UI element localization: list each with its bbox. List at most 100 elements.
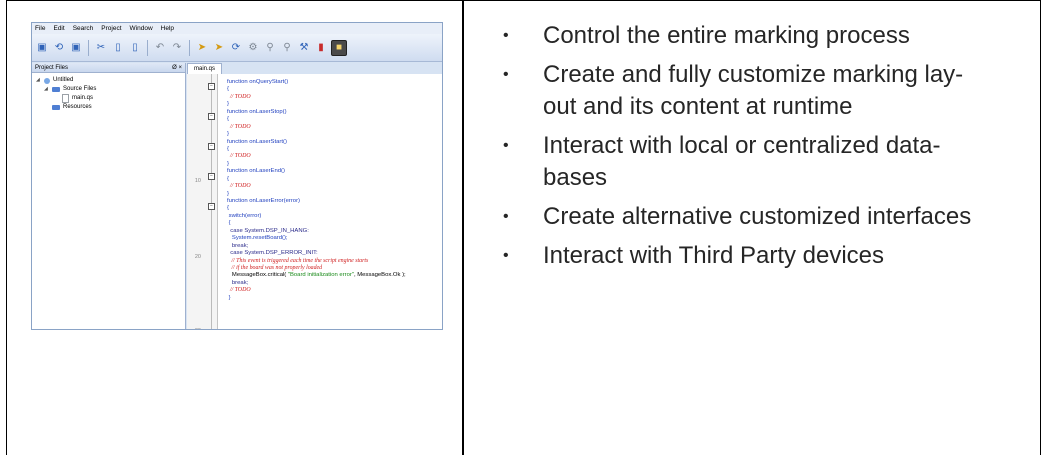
list-item: • Interact with local or centralized dat…	[503, 130, 1033, 194]
list-item-text: Control the entire marking process	[543, 22, 910, 49]
redo-icon[interactable]: ↷	[170, 41, 184, 55]
code-text[interactable]: function onQueryStart(){ // TODO} functio…	[227, 79, 406, 302]
code-line: function onLaserEnd()	[227, 168, 285, 175]
tree-item-file[interactable]: main.qs	[36, 94, 181, 103]
code-line: }	[227, 101, 229, 108]
toolbar-separator	[147, 39, 148, 56]
panel-title: Project Files	[35, 64, 69, 71]
code-line: // TODO	[227, 123, 251, 130]
bullet-icon: •	[503, 66, 509, 83]
code-line: }	[227, 294, 231, 301]
folder-icon	[52, 105, 60, 110]
run-icon[interactable]: ➤	[195, 41, 209, 55]
code-line: // if the board was not properly loaded	[227, 264, 323, 271]
cut-icon[interactable]: ✂	[94, 41, 108, 55]
new-file-icon[interactable]: ▣	[35, 41, 49, 55]
panel-header: Project Files Ø ×	[32, 63, 185, 73]
project-icon	[44, 77, 50, 84]
tree-label: Source Files	[63, 86, 97, 92]
code-line: // TODO	[227, 93, 251, 100]
refresh-icon[interactable]: ⟳	[229, 41, 243, 55]
code-line: {	[227, 220, 231, 227]
save-icon[interactable]: ▣	[69, 41, 83, 55]
tools-icon[interactable]: ⚒	[297, 41, 311, 55]
line-number: 20	[194, 254, 201, 260]
copy-icon[interactable]: ▯	[111, 41, 125, 55]
code-line: {	[227, 175, 229, 182]
bullet-icon: •	[503, 208, 509, 225]
float-panel-icon[interactable]: Ø	[172, 65, 177, 71]
tree-item-root[interactable]: ◢ Untitled	[36, 76, 181, 85]
code-line: {	[227, 145, 229, 152]
expand-icon[interactable]: ◢	[44, 85, 49, 94]
fold-toggle-icon[interactable]: −	[208, 83, 215, 90]
open-folder-icon[interactable]: ⟲	[52, 41, 66, 55]
menu-edit[interactable]: Edit	[53, 25, 64, 32]
fold-toggle-icon[interactable]: −	[208, 203, 215, 210]
project-tree: ◢ Untitled ◢ Source Files main.qs Resour…	[32, 73, 185, 115]
tab-main-qs[interactable]: main.qs	[187, 63, 223, 74]
expand-icon[interactable]: ◢	[36, 76, 41, 85]
menu-search[interactable]: Search	[73, 25, 94, 32]
menu-file[interactable]: File	[35, 25, 45, 32]
ide-screenshot: File Edit Search Project Window Help ▣ ⟲…	[31, 22, 443, 330]
code-line: function onLaserError(error)	[227, 198, 301, 204]
settings-icon[interactable]: ⚙	[246, 41, 260, 55]
toolbar-separator	[88, 39, 89, 56]
table-column-divider	[462, 0, 464, 455]
project-files-panel: Project Files Ø × ◢ Untitled ◢ Source Fi…	[32, 63, 186, 329]
menu-project[interactable]: Project	[101, 25, 121, 32]
code-line: MessageBox.critical( "Board initializati…	[227, 272, 406, 279]
code-line: function onLaserStart()	[227, 138, 287, 145]
folder-icon	[52, 87, 60, 92]
toolbar-separator	[189, 39, 190, 56]
code-line: case System.DSP_ERROR_INIT:	[227, 250, 318, 257]
menu-help[interactable]: Help	[161, 25, 174, 32]
code-line: {	[227, 86, 229, 93]
undo-icon[interactable]: ↶	[153, 41, 167, 55]
line-number: 30	[195, 328, 201, 329]
list-item: • Control the entire marking process	[503, 20, 1033, 52]
search-next-icon[interactable]: ⚲	[280, 41, 294, 55]
code-line: }	[227, 131, 229, 138]
line-number: 10	[194, 178, 201, 184]
code-line: // TODO	[227, 183, 251, 190]
code-line: {	[227, 205, 229, 212]
step-icon[interactable]: ➤	[212, 41, 226, 55]
list-item-text: Interact with Third Party devices	[543, 242, 885, 269]
list-item-text: Create alternative customized interfaces	[543, 203, 972, 230]
code-line: function onQueryStart()	[227, 79, 289, 85]
menu-window[interactable]: Window	[130, 25, 153, 32]
code-line: break;	[227, 279, 249, 286]
code-line: // TODO	[227, 153, 251, 160]
file-icon	[62, 94, 69, 103]
code-editor[interactable]: main.qs 10 20 30 − − − − − function onQu…	[187, 63, 442, 329]
bullet-icon: •	[503, 247, 509, 264]
chart-icon[interactable]: ▮	[314, 41, 328, 55]
tree-label: main.qs	[72, 95, 94, 101]
tree-item-resources[interactable]: Resources	[36, 103, 181, 112]
code-line: {	[227, 116, 229, 123]
code-line: switch(error)	[227, 212, 262, 219]
paste-icon[interactable]: ▯	[128, 41, 142, 55]
code-line: }	[227, 160, 229, 167]
tree-label: Untitled	[53, 77, 74, 83]
toolbar: ▣ ⟲ ▣ ✂ ▯ ▯ ↶ ↷ ➤ ➤ ⟳ ⚙ ⚲ ⚲ ⚒ ▮ ■	[32, 34, 442, 62]
list-item-text: Create and fully customize marking lay- …	[543, 61, 964, 120]
close-panel-icon[interactable]: ×	[178, 65, 182, 71]
code-line: // TODO	[227, 287, 251, 294]
fold-toggle-icon[interactable]: −	[208, 173, 215, 180]
code-line: System.resetBoard();	[227, 235, 288, 242]
search-icon[interactable]: ⚲	[263, 41, 277, 55]
code-line: }	[227, 190, 229, 197]
feature-list: • Control the entire marking process • C…	[503, 20, 1033, 279]
fold-toggle-icon[interactable]: −	[208, 143, 215, 150]
code-line: break;	[227, 242, 249, 249]
list-item: • Create alternative customized interfac…	[503, 201, 1033, 233]
list-item-text: Interact with local or centralized data-…	[543, 132, 941, 191]
list-item: • Interact with Third Party devices	[503, 240, 1033, 272]
fold-toggle-icon[interactable]: −	[208, 113, 215, 120]
code-line: // This event is triggered each time the…	[227, 257, 369, 264]
app-icon[interactable]: ■	[331, 39, 347, 56]
tree-item-source-files[interactable]: ◢ Source Files	[36, 85, 181, 94]
